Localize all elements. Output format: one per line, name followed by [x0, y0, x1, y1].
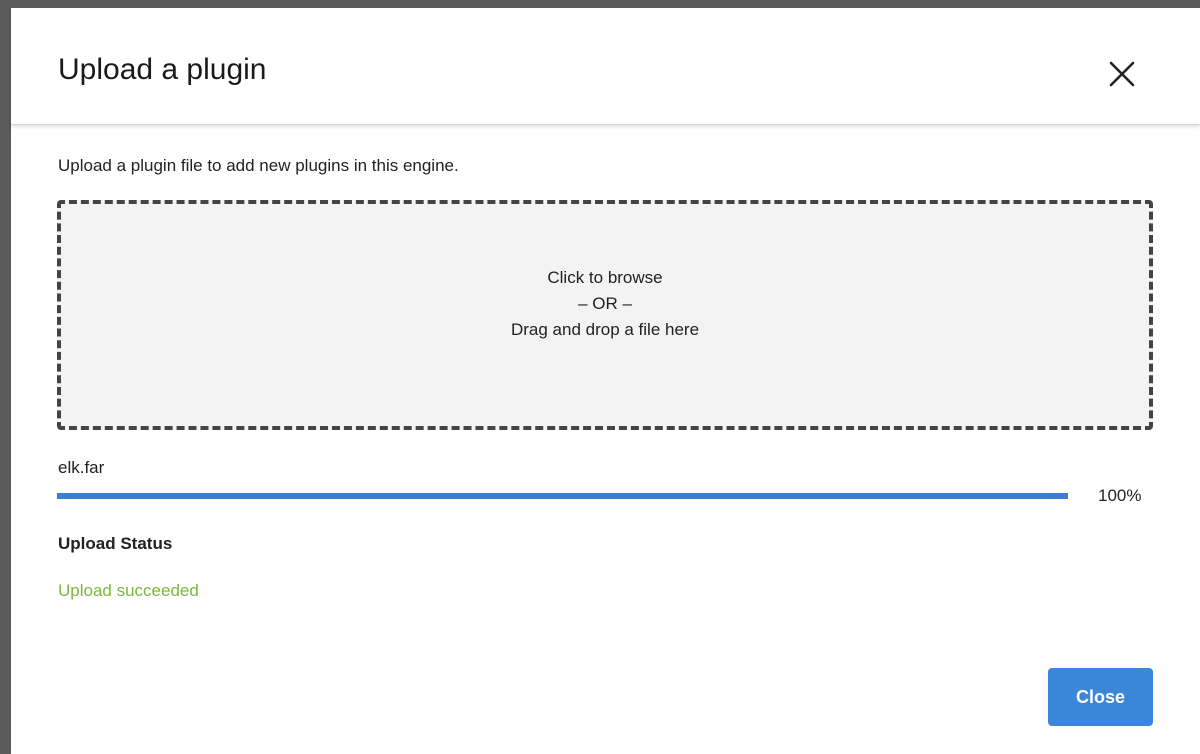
close-icon[interactable] — [1104, 56, 1140, 92]
uploaded-filename: elk.far — [58, 458, 105, 477]
dropzone-drag-text: Drag and drop a file here — [510, 320, 700, 339]
upload-progress-fill — [57, 493, 1068, 499]
dropzone-or-text: – OR – — [578, 294, 632, 313]
dialog-header: Upload a plugin — [11, 8, 1200, 125]
close-button[interactable]: Close — [1048, 668, 1153, 726]
upload-progress-percent: 100% — [1098, 486, 1142, 505]
dialog-title: Upload a plugin — [58, 53, 267, 86]
dialog-description: Upload a plugin file to add new plugins … — [58, 156, 459, 175]
dropzone-browse-text: Click to browse — [547, 268, 663, 287]
upload-status-heading: Upload Status — [58, 534, 173, 553]
upload-status-message: Upload succeeded — [58, 581, 199, 600]
upload-plugin-dialog: Upload a plugin Upload a plugin file to … — [11, 8, 1200, 754]
upload-progress-bar — [57, 493, 1068, 499]
file-dropzone[interactable]: Click to browse – OR – Drag and drop a f… — [57, 200, 1153, 430]
